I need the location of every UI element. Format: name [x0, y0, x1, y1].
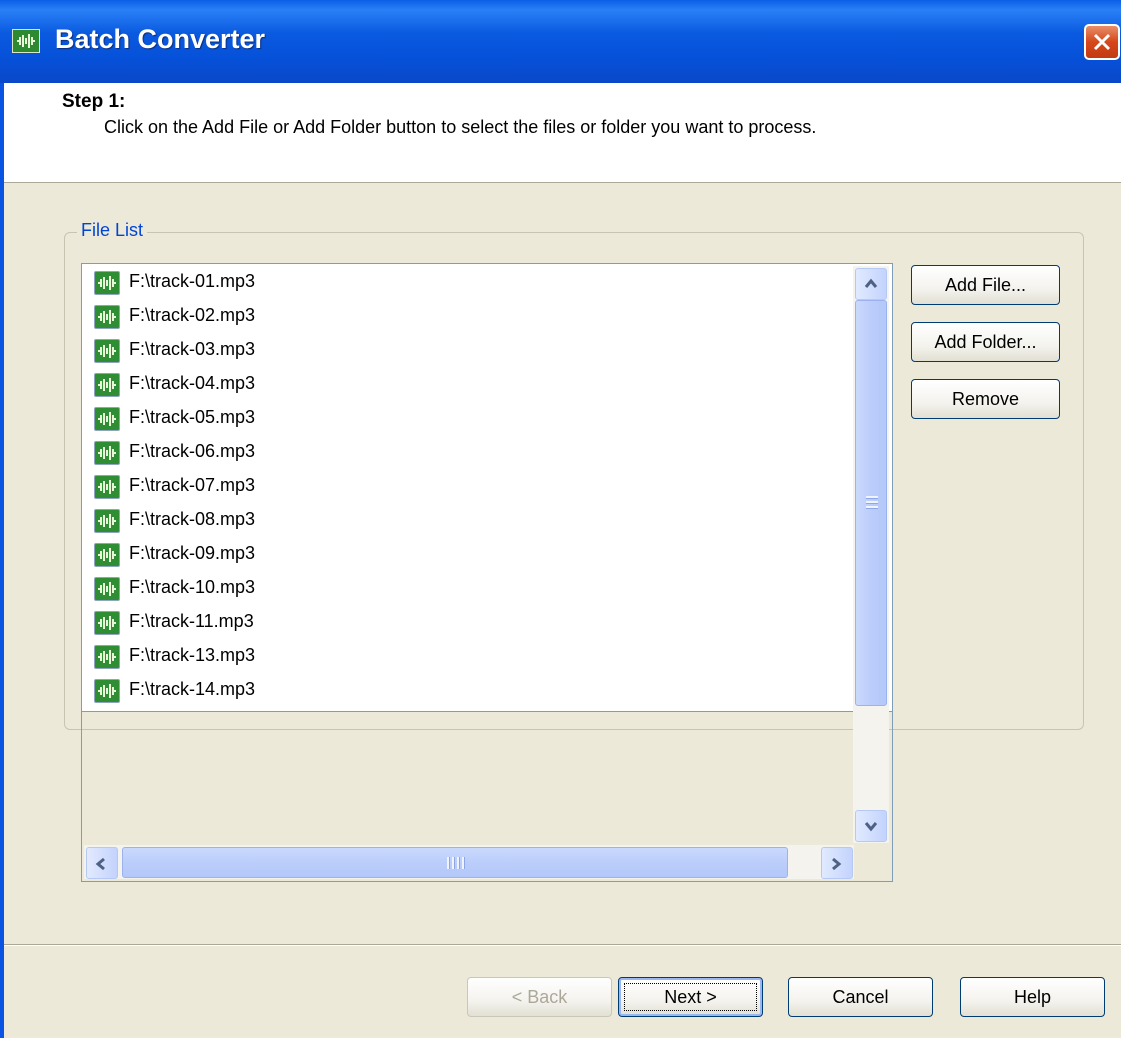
file-list-item[interactable]: F:\track-04.mp3: [82, 368, 852, 402]
audio-file-icon: [94, 679, 120, 703]
file-path-label: F:\track-09.mp3: [129, 543, 256, 563]
audio-file-icon: [94, 441, 120, 465]
chevron-up-icon: [864, 278, 878, 288]
file-path-label: F:\track-03.mp3: [129, 339, 256, 359]
audio-file-icon: [94, 339, 120, 363]
file-list-item[interactable]: F:\track-02.mp3: [82, 300, 852, 334]
step-description: Click on the Add File or Add Folder butt…: [104, 117, 817, 137]
file-path-label: F:\track-07.mp3: [129, 475, 256, 495]
next-button[interactable]: Next >: [618, 977, 763, 1017]
audio-file-icon: [94, 305, 120, 329]
file-listbox[interactable]: F:\track-01.mp3 F:\track-02.mp3 F:\track-0…: [81, 263, 893, 712]
footer-separator-highlight: [4, 945, 1121, 946]
file-path-label: F:\track-02.mp3: [129, 305, 256, 325]
grip-icon: [447, 857, 467, 869]
scroll-right-button[interactable]: [821, 847, 853, 879]
chevron-left-icon: [95, 857, 105, 871]
file-path-label: F:\track-14.mp3: [129, 679, 256, 699]
audio-file-icon: [94, 543, 120, 567]
file-path-label: F:\track-13.mp3: [129, 645, 256, 665]
scroll-up-button[interactable]: [855, 268, 887, 300]
cancel-button[interactable]: Cancel: [788, 977, 933, 1017]
file-path-label: F:\track-04.mp3: [129, 373, 256, 393]
file-path-label: F:\track-05.mp3: [129, 407, 256, 427]
audio-file-icon: [94, 645, 120, 669]
window-title: Batch Converter: [55, 24, 266, 54]
audio-file-icon: [94, 407, 120, 431]
chevron-down-icon: [864, 822, 878, 832]
file-list-item[interactable]: F:\track-07.mp3: [82, 470, 852, 504]
waveform-app-icon: [12, 29, 40, 53]
help-button[interactable]: Help: [960, 977, 1105, 1017]
file-list-item[interactable]: F:\track-14.mp3: [82, 674, 852, 708]
file-list-item[interactable]: F:\track-11.mp3: [82, 606, 852, 640]
file-list-item[interactable]: F:\track-15.mp3: [82, 708, 852, 711]
file-list-item[interactable]: F:\track-10.mp3: [82, 572, 852, 606]
file-path-label: F:\track-08.mp3: [129, 509, 256, 529]
remove-button[interactable]: Remove: [911, 379, 1060, 419]
wizard-header: Step 1: Click on the Add File or Add Fol…: [4, 83, 1121, 183]
file-list-group-label: File List: [77, 220, 148, 241]
audio-file-icon: [94, 509, 120, 533]
file-path-label: F:\track-11.mp3: [129, 611, 254, 631]
file-list-item[interactable]: F:\track-05.mp3: [82, 402, 852, 436]
chevron-right-icon: [832, 857, 842, 871]
scroll-left-button[interactable]: [86, 847, 118, 879]
title-bar[interactable]: Batch Converter: [0, 0, 1121, 83]
focus-rectangle: [624, 983, 757, 1011]
file-list-items: F:\track-01.mp3 F:\track-02.mp3 F:\track-0…: [82, 266, 852, 711]
scroll-down-button[interactable]: [855, 810, 887, 842]
file-list-item[interactable]: F:\track-09.mp3: [82, 538, 852, 572]
file-path-label: F:\track-06.mp3: [129, 441, 256, 461]
file-list-item[interactable]: F:\track-01.mp3: [82, 266, 852, 300]
batch-converter-window: Batch Converter Step 1: Click on the Add…: [0, 0, 1121, 1038]
horizontal-scroll-thumb[interactable]: [122, 847, 788, 878]
audio-file-icon: [94, 271, 120, 295]
add-folder-button[interactable]: Add Folder...: [911, 322, 1060, 362]
file-list-item[interactable]: F:\track-03.mp3: [82, 334, 852, 368]
vertical-scroll-thumb[interactable]: [855, 300, 887, 706]
file-list-item[interactable]: F:\track-06.mp3: [82, 436, 852, 470]
audio-file-icon: [94, 611, 120, 635]
close-button[interactable]: [1084, 24, 1120, 60]
file-list-item[interactable]: F:\track-08.mp3: [82, 504, 852, 538]
add-file-button[interactable]: Add File...: [911, 265, 1060, 305]
scrollbar-corner: [855, 845, 889, 879]
audio-file-icon: [94, 577, 120, 601]
file-path-label: F:\track-01.mp3: [129, 271, 256, 291]
back-button[interactable]: < Back: [467, 977, 612, 1017]
grip-icon: [866, 496, 878, 511]
step-title: Step 1:: [62, 91, 126, 112]
audio-file-icon: [94, 475, 120, 499]
file-path-label: F:\track-10.mp3: [129, 577, 256, 597]
audio-file-icon: [94, 373, 120, 397]
file-list-item[interactable]: F:\track-13.mp3: [82, 640, 852, 674]
